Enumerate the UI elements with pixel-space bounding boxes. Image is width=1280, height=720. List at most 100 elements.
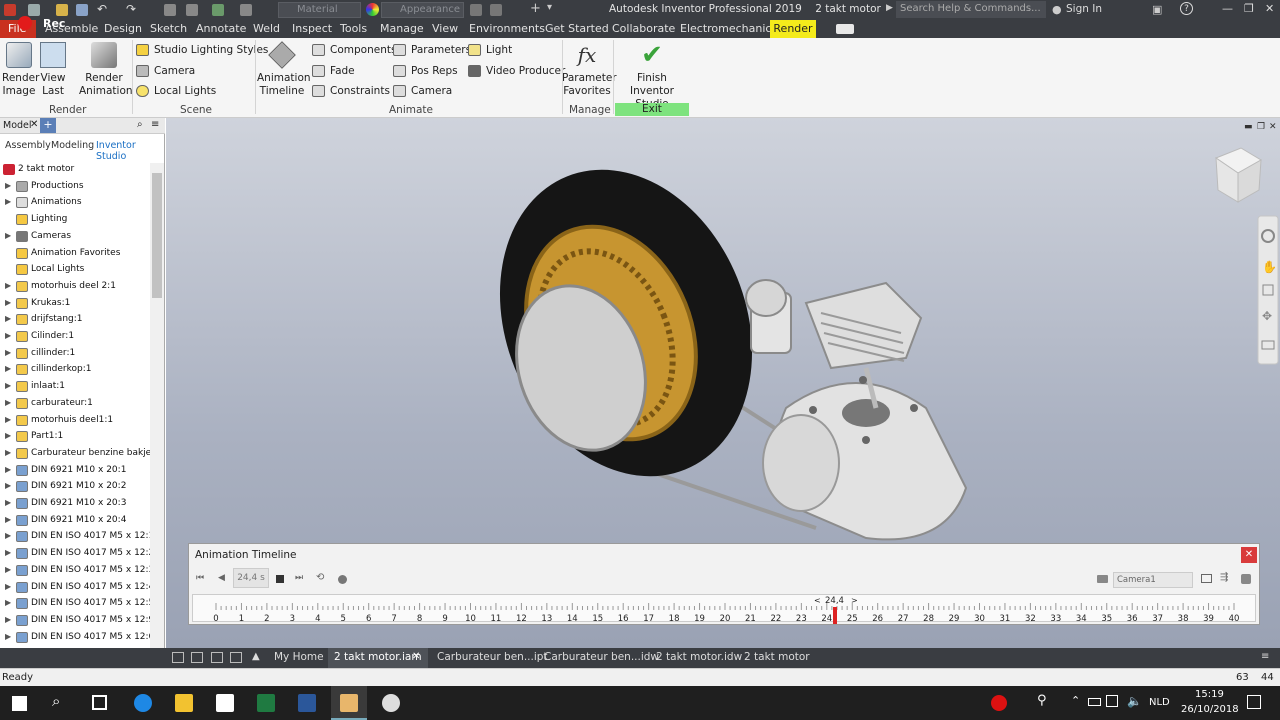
tab-environments[interactable]: Environments xyxy=(469,22,545,35)
tab-inspect[interactable]: Inspect xyxy=(292,22,332,35)
time-field[interactable]: 24,4 s xyxy=(233,568,269,588)
panel-options-icon[interactable] xyxy=(836,24,854,34)
material-dropdown[interactable]: Material xyxy=(278,2,361,18)
expand-arrow-icon[interactable]: ▶ xyxy=(5,445,11,461)
camera-select[interactable]: Camera1 xyxy=(1113,572,1193,588)
step-forward-icon[interactable]: ⏭ xyxy=(295,573,303,583)
expand-arrow-icon[interactable]: ▶ xyxy=(5,295,11,311)
adjust-icon[interactable] xyxy=(490,4,502,16)
timeline-close-button[interactable]: ✕ xyxy=(1241,547,1257,563)
tree-root[interactable]: 2 takt motor xyxy=(0,161,150,178)
constraints-button[interactable]: Constraints xyxy=(312,83,390,99)
pos-reps-button[interactable]: Pos Reps xyxy=(393,63,458,79)
marker-left-arrow[interactable]: < xyxy=(814,596,821,605)
tree-item[interactable]: ▶ DIN EN ISO 4017 M5 x 12:5 xyxy=(0,595,154,612)
expand-action-editor-icon[interactable]: ⇶ xyxy=(1220,572,1228,583)
expand-arrow-icon[interactable]: ▶ xyxy=(5,278,11,294)
restore-button[interactable]: ❐ xyxy=(1244,2,1254,15)
fade-button[interactable]: Fade xyxy=(312,63,355,79)
mail-icon[interactable] xyxy=(216,694,234,712)
local-lights-button[interactable]: Local Lights xyxy=(136,83,216,99)
tree-item[interactable]: ▶ DIN 6921 M10 x 20:4 xyxy=(0,512,150,529)
inventor-icon[interactable] xyxy=(340,694,358,712)
tab-view[interactable]: View xyxy=(432,22,458,35)
record-icon[interactable] xyxy=(338,575,347,584)
doc-tab-carburateur-ipt[interactable]: Carburateur ben...ipt xyxy=(437,651,548,663)
undo-icon[interactable]: ↶ xyxy=(97,2,107,16)
expand-arrow-icon[interactable]: ▶ xyxy=(886,3,893,13)
timeline-settings-icon[interactable] xyxy=(1241,574,1251,584)
browser-tab-modeling[interactable]: Modeling xyxy=(51,140,94,151)
edge-icon[interactable] xyxy=(134,694,152,712)
camera-button[interactable]: Camera xyxy=(136,63,195,79)
tree-item[interactable]: ▶ DIN 6921 M10 x 20:2 xyxy=(0,478,150,495)
excel-icon[interactable] xyxy=(257,694,275,712)
expand-arrow-icon[interactable]: ▶ xyxy=(5,562,11,578)
expand-arrow-icon[interactable]: ▶ xyxy=(5,328,11,344)
tree-item[interactable]: ▶ Cilinder:1 xyxy=(0,328,150,345)
clock-date[interactable]: 26/10/2018 xyxy=(1181,704,1239,715)
file-explorer-icon[interactable] xyxy=(175,694,193,712)
home-icon[interactable] xyxy=(164,4,176,16)
tab-manage[interactable]: Manage xyxy=(380,22,424,35)
viewport-close-icon[interactable]: ✕ xyxy=(1269,122,1277,132)
expand-arrow-icon[interactable]: ▶ xyxy=(5,345,11,361)
tree-item[interactable]: Lighting xyxy=(0,211,150,228)
volume-icon[interactable]: 🔈 xyxy=(1127,694,1142,708)
doc-tab-close-icon[interactable]: ✕ xyxy=(412,651,420,662)
doc-tab-2-takt-motor-iam[interactable]: 2 takt motor.iam xyxy=(334,651,422,663)
expand-arrow-icon[interactable]: ▶ xyxy=(5,478,11,494)
tray-chevron-icon[interactable]: ⌃ xyxy=(1071,694,1080,707)
clear-appearance-icon[interactable] xyxy=(470,4,482,16)
doc-tabs-menu-icon[interactable]: ≡ xyxy=(1261,651,1269,662)
components-button[interactable]: Components xyxy=(312,42,396,58)
tree-item[interactable]: ▶ DIN EN ISO 4017 M5 x 12:4 xyxy=(0,579,154,596)
tree-item[interactable]: ▶ Krukas:1 xyxy=(0,295,150,312)
expand-arrow-icon[interactable]: ▶ xyxy=(5,545,11,561)
open-icon[interactable] xyxy=(56,4,68,16)
browser-scroll-thumb[interactable] xyxy=(152,173,162,298)
browser-close-icon[interactable]: ✕ xyxy=(30,119,38,130)
orbit-icon[interactable]: ✥ xyxy=(1262,309,1272,323)
tab-design[interactable]: Design xyxy=(104,22,142,35)
tree-item[interactable]: ▶ cillinder:1 xyxy=(0,345,150,362)
tree-item[interactable]: ▶ DIN 6921 M10 x 20:1 xyxy=(0,462,150,479)
tile-icon[interactable] xyxy=(172,652,184,663)
network-icon[interactable] xyxy=(1106,695,1118,707)
tab-get-started[interactable]: Get Started xyxy=(545,22,609,35)
loop-icon[interactable]: ⟲ xyxy=(316,572,324,583)
studio-lighting-styles-button[interactable]: Studio Lighting Styles xyxy=(136,42,268,58)
tree-item[interactable]: ▶ carburateur:1 xyxy=(0,395,150,412)
tab-weld[interactable]: Weld xyxy=(253,22,280,35)
step-back-icon[interactable]: ◀ xyxy=(218,573,225,583)
app-menu-icon[interactable] xyxy=(4,4,16,16)
expand-arrow-icon[interactable]: ▶ xyxy=(5,228,11,244)
browser-tab-inventor-studio[interactable]: Inventor Studio xyxy=(96,140,165,162)
tab-tools[interactable]: Tools xyxy=(340,22,367,35)
redo-icon[interactable]: ↷ xyxy=(126,2,136,16)
tree-item[interactable]: ▶ Cameras xyxy=(0,228,150,245)
tree-item[interactable]: Animation Favorites xyxy=(0,245,150,262)
battery-icon[interactable] xyxy=(1088,698,1101,706)
view-cube[interactable] xyxy=(1214,147,1262,203)
light-button[interactable]: Light xyxy=(468,42,512,58)
measure-icon[interactable] xyxy=(240,4,252,16)
select-icon[interactable] xyxy=(186,4,198,16)
cart-icon[interactable]: ▣ xyxy=(1152,3,1162,16)
new-icon[interactable] xyxy=(28,4,40,16)
tree-item[interactable]: ▶ motorhuis deel1:1 xyxy=(0,412,150,429)
tree-item[interactable]: ▶ DIN EN ISO 4017 M5 x 12:9 xyxy=(0,612,154,629)
appearance-dropdown[interactable]: Appearance xyxy=(381,2,464,18)
tree-item[interactable]: ▶ Animations xyxy=(0,194,150,211)
stop-icon[interactable] xyxy=(276,575,284,583)
sign-in-link[interactable]: Sign In xyxy=(1066,3,1102,15)
doc-tab-2-takt-motor-idw[interactable]: 2 takt motor.idw xyxy=(656,651,742,663)
update-icon[interactable] xyxy=(212,4,224,16)
tab-electromechanical[interactable]: Electromechanical xyxy=(680,22,781,35)
expand-arrow-icon[interactable]: ▶ xyxy=(5,462,11,478)
expand-arrow-icon[interactable]: ▶ xyxy=(5,629,11,645)
video-producer-button[interactable]: Video Producer xyxy=(468,63,565,79)
notifications-icon[interactable] xyxy=(1247,695,1261,709)
expand-arrow-icon[interactable]: ▶ xyxy=(5,579,11,595)
expand-arrow-icon[interactable]: ▶ xyxy=(5,428,11,444)
